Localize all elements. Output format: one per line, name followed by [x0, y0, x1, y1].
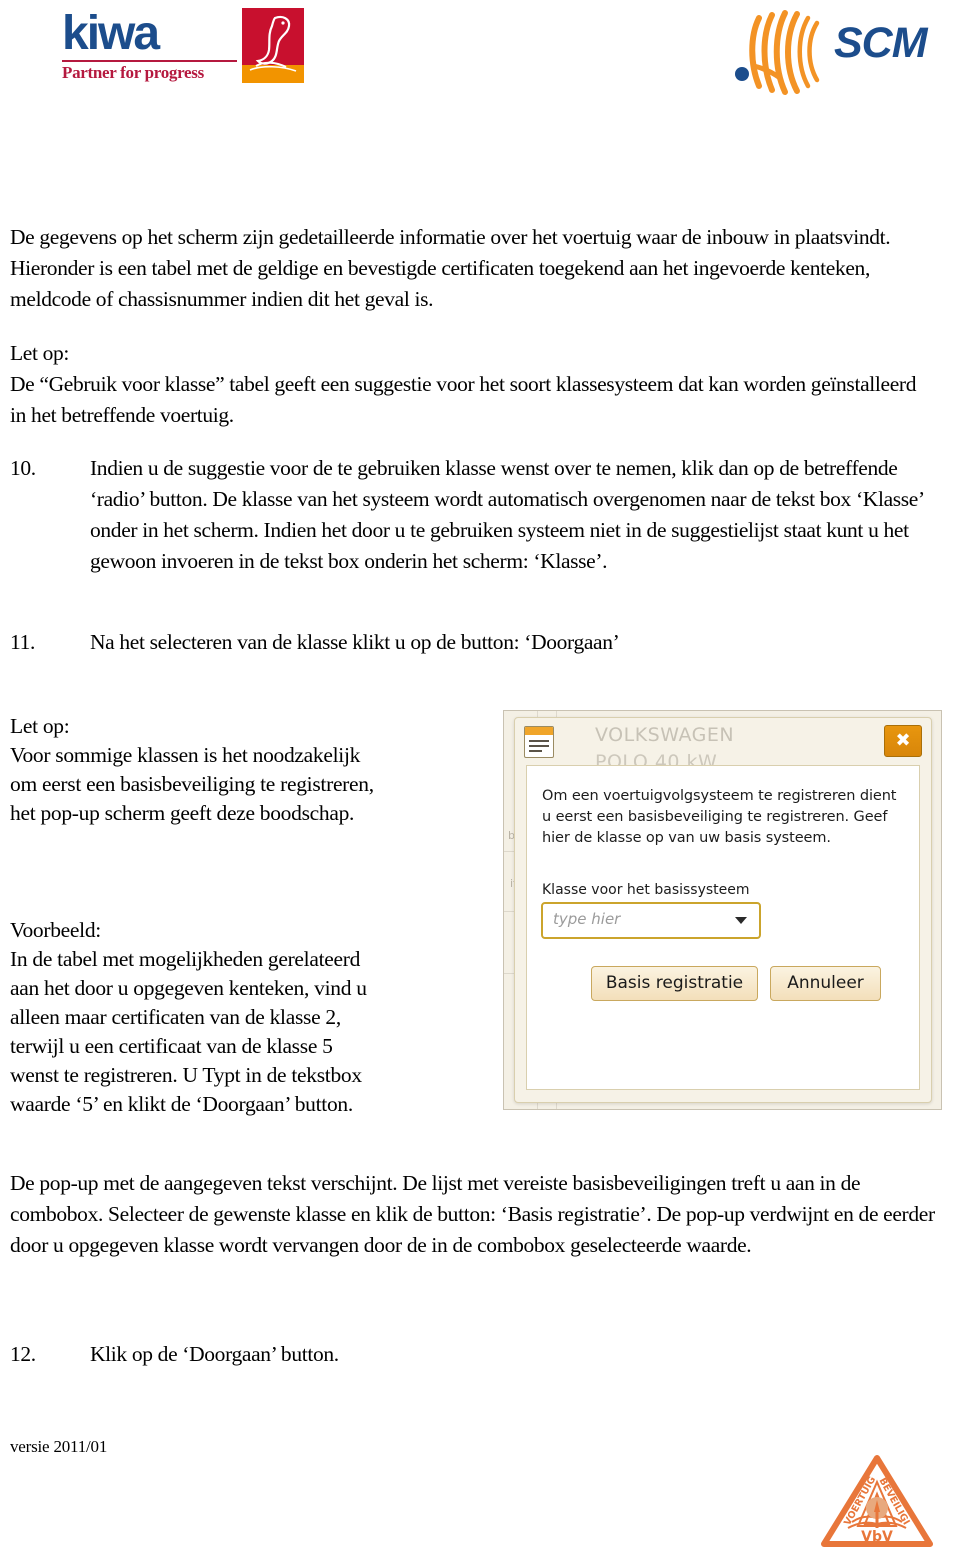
application-screenshot: bo if VOLKSWAGEN POLO 40 kW ✖ Om een voe… — [503, 710, 942, 1110]
klasse-combobox[interactable]: type hier — [541, 902, 761, 939]
beaver-icon — [249, 15, 297, 72]
example-heading: Voorbeeld: — [10, 918, 101, 942]
dialog-message: Om een voertuigvolgsysteem te registrere… — [542, 788, 897, 846]
annuleer-button[interactable]: Annuleer — [770, 966, 881, 1001]
kiwa-logo: kiwa Partner for progress — [62, 7, 304, 86]
example-text: In de tabel met mogelijkheden gerelateer… — [10, 947, 367, 1116]
list-item-10: 10. Indien u de suggestie voor de te geb… — [10, 453, 935, 577]
note-2-heading: Let op: — [10, 714, 70, 738]
form-document-icon — [524, 726, 554, 758]
vehicle-model-label: POLO 40 kW — [595, 751, 718, 765]
note-block-1: Let op: De “Gebruik voor klasse” tabel g… — [10, 338, 930, 431]
closing-paragraph: De pop-up met de aangegeven tekst versch… — [10, 1171, 935, 1257]
list-item-12-text: Klik op de ‘Doorgaan’ button. — [90, 1342, 339, 1366]
list-item-11-number: 11. — [10, 630, 36, 654]
list-item-11-text: Na het selecteren van de klasse klikt u … — [90, 630, 620, 654]
note-1-text: De “Gebruik voor klasse” tabel geeft een… — [10, 372, 917, 427]
list-item-12: 12. Klik op de ‘Doorgaan’ button. — [10, 1339, 610, 1370]
vehicle-make-label: VOLKSWAGEN — [595, 724, 735, 746]
intro-paragraph: De gegevens op het scherm zijn gedetaill… — [10, 225, 891, 311]
note-block-2: Let op: Voor sommige klassen is het nood… — [10, 712, 376, 828]
list-item-12-number: 12. — [10, 1342, 36, 1366]
list-item-10-number: 10. — [10, 456, 36, 480]
note-2-text: Voor sommige klassen is het noodzakelijk… — [10, 743, 374, 825]
note-1-heading: Let op: — [10, 341, 70, 365]
chevron-down-icon — [735, 917, 747, 924]
basis-registratie-button[interactable]: Basis registratie — [591, 966, 758, 1001]
vbv-triangle-icon: VOERTUIG BEVEILIGING VbV — [814, 1444, 933, 1547]
scm-signal-fan-icon — [735, 10, 820, 95]
page-header: kiwa Partner for progress SCM — [0, 0, 960, 115]
klasse-combobox-placeholder: type hier — [553, 910, 621, 928]
kiwa-wordmark: kiwa — [62, 7, 160, 60]
scm-wordmark: SCM — [834, 19, 928, 67]
dialog-body: Om een voertuigvolgsysteem te registrere… — [526, 765, 920, 1090]
list-item-11: 11. Na het selecteren van de klasse klik… — [10, 627, 910, 658]
example-block: Voorbeeld: In de tabel met mogelijkheden… — [10, 916, 376, 1119]
list-item-10-text: Indien u de suggestie voor de te gebruik… — [90, 456, 924, 573]
klasse-field-label: Klasse voor het basissysteem — [542, 882, 750, 898]
version-label: versie 2011/01 — [10, 1437, 108, 1456]
vbv-abbrev: VbV — [861, 1529, 893, 1545]
kiwa-emblem-square — [242, 8, 304, 83]
kiwa-tagline: Partner for progress — [62, 63, 204, 82]
vbv-logo: VOERTUIG BEVEILIGING VbV — [814, 1444, 936, 1548]
basis-registratie-dialog: VOLKSWAGEN POLO 40 kW ✖ Om een voertuigv… — [514, 717, 932, 1103]
kiwa-divider-rule — [62, 60, 237, 62]
scm-logo: SCM — [728, 6, 928, 98]
dialog-title-bar: VOLKSWAGEN POLO 40 kW ✖ — [515, 718, 931, 765]
close-icon[interactable]: ✖ — [884, 725, 922, 757]
